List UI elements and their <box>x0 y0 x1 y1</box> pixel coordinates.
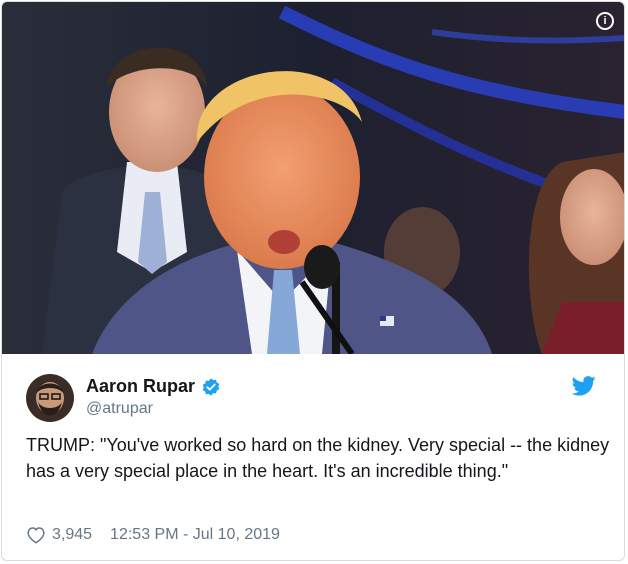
info-icon[interactable]: i <box>596 12 614 30</box>
tweet-timestamp[interactable]: 12:53 PM - Jul 10, 2019 <box>110 526 280 544</box>
tweet-meta-row: 3,945 12:53 PM - Jul 10, 2019 <box>26 526 280 544</box>
verified-badge-icon <box>202 377 220 396</box>
tweet-text: TRUMP: "You've worked so hard on the kid… <box>26 435 610 481</box>
video-frame-image <box>2 2 624 354</box>
author-handle[interactable]: @atrupar <box>86 400 153 418</box>
author-display-name[interactable]: Aaron Rupar <box>86 376 195 397</box>
like-count[interactable]: 3,945 <box>52 526 92 544</box>
avatar[interactable] <box>26 374 74 422</box>
tweet-header: Aaron Rupar @atrupar <box>26 374 606 422</box>
heart-icon[interactable] <box>26 526 46 544</box>
tweet-media-video-frame[interactable]: i <box>2 2 624 354</box>
embedded-tweet-card[interactable]: i Aaron Rupar @atrupar TRUMP: "You've wo <box>1 1 625 561</box>
author-name-row[interactable]: Aaron Rupar <box>86 376 221 397</box>
twitter-bird-icon[interactable] <box>572 376 596 396</box>
